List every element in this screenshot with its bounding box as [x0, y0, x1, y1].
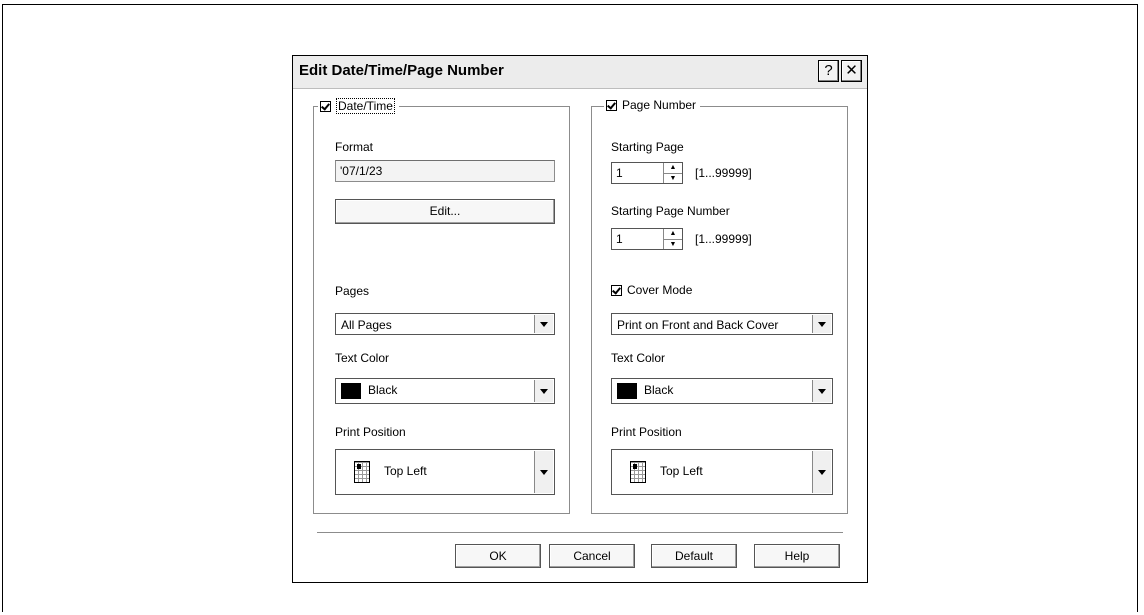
close-icon: ✕ — [845, 62, 858, 79]
cancel-label: Cancel — [573, 549, 611, 563]
pn-text-color-label: Text Color — [611, 351, 666, 365]
pn-print-position-value: Top Left — [660, 464, 703, 478]
page-position-icon — [354, 461, 370, 483]
pn-print-position-label: Print Position — [611, 425, 682, 439]
pages-label: Pages — [335, 284, 370, 298]
print-position-value: Top Left — [384, 464, 427, 478]
spinner-arrows[interactable]: ▲ ▼ — [663, 163, 682, 183]
page-number-label: Page Number — [622, 98, 697, 112]
date-time-legend: Date/Time — [318, 98, 399, 114]
help-button[interactable]: Help — [754, 544, 840, 568]
text-color-label: Text Color — [335, 351, 390, 365]
chevron-down-icon[interactable] — [534, 451, 553, 493]
arrow-down-icon[interactable]: ▼ — [664, 174, 682, 184]
color-swatch — [341, 383, 361, 399]
edit-button-label: Edit... — [429, 204, 461, 218]
arrow-up-icon[interactable]: ▲ — [664, 163, 682, 174]
pn-text-color-select[interactable]: Black — [611, 378, 833, 404]
starting-page-label: Starting Page — [611, 140, 684, 154]
print-position-label: Print Position — [335, 425, 406, 439]
page-number-legend: Page Number — [604, 98, 701, 112]
cover-mode-label: Cover Mode — [627, 283, 693, 297]
chevron-down-icon[interactable] — [812, 315, 831, 333]
color-swatch — [617, 383, 637, 399]
pages-select-value: All Pages — [341, 318, 392, 332]
arrow-up-icon[interactable]: ▲ — [664, 229, 682, 240]
chevron-down-icon[interactable] — [534, 315, 553, 333]
help-title-button[interactable]: ? — [818, 60, 839, 82]
pn-print-position-select[interactable]: Top Left — [611, 449, 833, 495]
format-label: Format — [335, 140, 374, 154]
cover-mode-option[interactable]: Cover Mode — [611, 283, 692, 297]
close-button[interactable]: ✕ — [841, 60, 862, 82]
cover-mode-select[interactable]: Print on Front and Back Cover — [611, 313, 833, 335]
starting-number-label: Starting Page Number — [611, 204, 730, 218]
arrow-down-icon[interactable]: ▼ — [664, 240, 682, 250]
edit-date-time-page-number-dialog: Edit Date/Time/Page Number ? ✕ Date/Time… — [292, 55, 868, 583]
question-icon: ? — [824, 62, 833, 79]
default-label: Default — [674, 549, 714, 563]
cover-mode-checkbox[interactable] — [611, 284, 622, 296]
page-position-icon — [630, 461, 646, 483]
print-position-select[interactable]: Top Left — [335, 449, 555, 495]
title-bar: Edit Date/Time/Page Number ? ✕ — [293, 56, 867, 89]
chevron-down-icon[interactable] — [812, 380, 831, 402]
default-button[interactable]: Default — [651, 544, 737, 568]
chevron-down-icon[interactable] — [812, 451, 831, 493]
edit-button[interactable]: Edit... — [335, 199, 555, 224]
footer-separator — [317, 532, 843, 534]
help-label: Help — [784, 549, 810, 563]
date-time-label: Date/Time — [336, 98, 395, 114]
page-number-checkbox[interactable] — [606, 99, 617, 111]
ok-button[interactable]: OK — [455, 544, 541, 568]
starting-page-value: 1 — [616, 166, 623, 180]
starting-page-spinner[interactable]: 1 ▲ ▼ — [611, 162, 683, 184]
pn-text-color-value: Black — [644, 383, 674, 398]
starting-number-spinner[interactable]: 1 ▲ ▼ — [611, 228, 683, 250]
format-field: '07/1/23 — [335, 160, 555, 182]
spinner-arrows[interactable]: ▲ ▼ — [663, 229, 682, 249]
starting-number-value: 1 — [616, 232, 623, 246]
cover-mode-value: Print on Front and Back Cover — [617, 318, 779, 332]
date-time-checkbox[interactable] — [320, 100, 331, 112]
pages-select[interactable]: All Pages — [335, 313, 555, 335]
ok-label: OK — [489, 549, 507, 563]
dialog-title: Edit Date/Time/Page Number — [299, 62, 504, 79]
text-color-value: Black — [368, 383, 398, 398]
chevron-down-icon[interactable] — [534, 380, 553, 402]
starting-page-range: [1...99999] — [695, 166, 752, 180]
starting-number-range: [1...99999] — [695, 232, 752, 246]
text-color-select[interactable]: Black — [335, 378, 555, 404]
cancel-button[interactable]: Cancel — [549, 544, 635, 568]
